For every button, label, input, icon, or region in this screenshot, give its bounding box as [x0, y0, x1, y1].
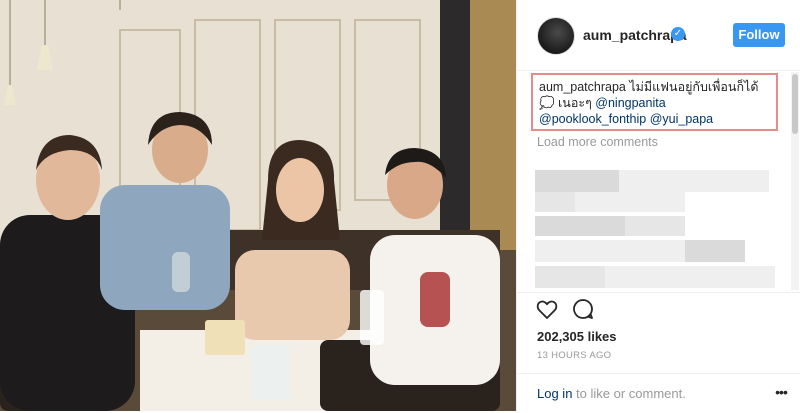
likes-count[interactable]: 202,305 likes	[537, 329, 617, 344]
post-timestamp: 13 HOURS AGO	[537, 350, 612, 361]
login-link[interactable]: Log in	[537, 386, 572, 401]
avatar[interactable]	[537, 17, 575, 55]
comment-icon[interactable]	[571, 297, 597, 323]
photo-illustration	[0, 0, 516, 411]
more-options-icon[interactable]: •••	[770, 382, 792, 402]
follow-button[interactable]: Follow	[733, 23, 785, 47]
post-photo[interactable]	[0, 0, 516, 411]
post-actions: 202,305 likes 13 HOURS AGO Log in to lik…	[517, 292, 800, 412]
mention-link[interactable]: @pooklook_fonthip	[539, 112, 646, 126]
verified-badge-icon: ✓	[671, 27, 685, 41]
mention-link[interactable]: @yui_papa	[650, 112, 713, 126]
caption-username[interactable]: aum_patchrapa	[539, 80, 626, 94]
heart-icon[interactable]	[535, 297, 561, 323]
comments-section: aum_patchrapa ไม่มีแฟนอยู่กับเพื่อนก็ได้…	[517, 70, 800, 292]
comments-scrollbar-thumb[interactable]	[792, 74, 798, 134]
login-prompt: Log in to like or comment. •••	[517, 373, 800, 413]
caption: aum_patchrapa ไม่มีแฟนอยู่กับเพื่อนก็ได้…	[531, 73, 778, 131]
post-header: aum_patchrapa ✓ Follow	[517, 0, 800, 71]
load-more-comments-link[interactable]: Load more comments	[537, 135, 658, 149]
login-rest-text: to like or comment.	[576, 386, 686, 401]
mention-link[interactable]: @ningpanita	[595, 96, 665, 110]
post-side-panel: aum_patchrapa ✓ Follow aum_patchrapa ไม่…	[516, 0, 800, 411]
login-text: Log in to like or comment.	[537, 386, 686, 401]
